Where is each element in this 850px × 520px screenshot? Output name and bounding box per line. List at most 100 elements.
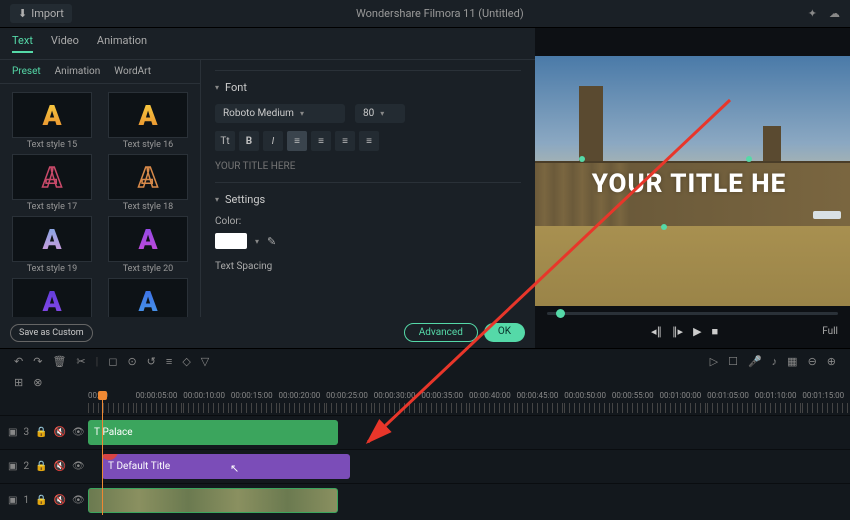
link-icon[interactable]: ⊗ bbox=[33, 376, 42, 389]
keyframe-button[interactable]: ◇ bbox=[182, 355, 190, 368]
track-number: 2 bbox=[23, 461, 29, 472]
eye-icon[interactable]: 👁 bbox=[72, 495, 85, 506]
font-section-label: Font bbox=[225, 81, 247, 94]
font-size-value: 80 bbox=[363, 108, 374, 119]
font-family-dropdown[interactable]: Roboto Medium ▾ bbox=[215, 104, 345, 123]
preset-item[interactable]: AText style 19 bbox=[6, 216, 98, 274]
cloud-icon[interactable]: ☁ bbox=[829, 7, 840, 20]
play-button[interactable]: ▶ bbox=[693, 325, 701, 338]
preset-item[interactable]: AText style 20 bbox=[102, 216, 194, 274]
subtab-animation[interactable]: Animation bbox=[55, 66, 101, 77]
progress-thumb[interactable] bbox=[556, 309, 565, 318]
align-justify-button[interactable]: ≡ bbox=[359, 131, 379, 151]
preview-title-overlay[interactable]: YOUR TITLE HE bbox=[592, 169, 787, 199]
clip-video[interactable] bbox=[88, 488, 338, 513]
eye-icon[interactable]: 👁 bbox=[72, 461, 85, 472]
subtab-preset[interactable]: Preset bbox=[12, 66, 41, 77]
ruler-tick: 00:00:30:00 bbox=[374, 391, 422, 415]
align-left-button[interactable]: ≡ bbox=[287, 131, 307, 151]
subtab-wordart[interactable]: WordArt bbox=[114, 66, 151, 77]
ruler-tick: 00:01:05:00 bbox=[707, 391, 755, 415]
mixer-icon[interactable]: ☐ bbox=[728, 355, 738, 368]
video-preview[interactable]: YOUR TITLE HE bbox=[535, 56, 850, 306]
preset-item[interactable]: AText style 15 bbox=[6, 92, 98, 150]
tab-text[interactable]: Text bbox=[12, 34, 33, 53]
lock-icon[interactable]: 🔒 bbox=[35, 461, 47, 472]
zoom-out-button[interactable]: ⊖ bbox=[808, 355, 817, 368]
fullscreen-label[interactable]: Full bbox=[822, 326, 838, 337]
title-text-input[interactable] bbox=[215, 161, 521, 172]
font-section-toggle[interactable]: ▾ Font bbox=[215, 81, 521, 94]
clip-label: Default Title bbox=[116, 461, 170, 472]
settings-section-label: Settings bbox=[225, 193, 265, 206]
ruler-tick: 00:00:20:00 bbox=[279, 391, 327, 415]
ruler-tick: 00:00:35:00 bbox=[421, 391, 469, 415]
track-toggle-icon[interactable]: ▣ bbox=[8, 461, 17, 472]
clip-palace[interactable]: T Palace bbox=[88, 420, 338, 445]
mute-icon[interactable]: 🔇 bbox=[54, 461, 66, 472]
preset-item[interactable]: AText style 16 bbox=[102, 92, 194, 150]
case-button[interactable]: Tt bbox=[215, 131, 235, 151]
marker-button[interactable]: ▽ bbox=[201, 355, 209, 368]
ruler-tick: 00:00:40:00 bbox=[469, 391, 517, 415]
lock-icon[interactable]: 🔒 bbox=[35, 427, 47, 438]
ruler-tick: 00:00:55:00 bbox=[612, 391, 660, 415]
clip-label: Palace bbox=[102, 427, 132, 438]
preset-item[interactable]: A bbox=[6, 278, 98, 317]
eye-icon[interactable]: 👁 bbox=[72, 427, 85, 438]
timeline-ruler[interactable]: 00:0000:00:05:0000:00:10:0000:00:15:0000… bbox=[0, 391, 850, 415]
ruler-tick: 00:01:00:00 bbox=[660, 391, 708, 415]
render-icon[interactable]: ▦ bbox=[787, 355, 797, 368]
ruler-tick: 00:00:45:00 bbox=[517, 391, 565, 415]
undo-button[interactable]: ↶ bbox=[14, 355, 23, 368]
preview-progress[interactable] bbox=[547, 312, 838, 315]
audio-icon[interactable]: ♪ bbox=[772, 355, 778, 368]
track-toggle-icon[interactable]: ▣ bbox=[8, 495, 17, 506]
cut-button[interactable]: ✂ bbox=[76, 355, 85, 368]
redo-button[interactable]: ↷ bbox=[33, 355, 42, 368]
prev-frame-button[interactable]: ◂∥ bbox=[651, 325, 662, 338]
play-icon[interactable]: ▷ bbox=[710, 355, 718, 368]
clip-default-title[interactable]: ✂ T Default Title ↖ bbox=[102, 454, 350, 479]
track-add-icon[interactable]: ⊞ bbox=[14, 376, 23, 389]
stop-button[interactable]: ■ bbox=[712, 325, 719, 338]
color-label: Color: bbox=[215, 216, 521, 227]
mute-icon[interactable]: 🔇 bbox=[54, 427, 66, 438]
tab-animation[interactable]: Animation bbox=[97, 34, 147, 53]
import-icon: ⬇ bbox=[18, 7, 27, 20]
color-swatch[interactable] bbox=[215, 233, 247, 249]
crop-button[interactable]: ◻ bbox=[108, 355, 117, 368]
play-forward-button[interactable]: ∥▸ bbox=[672, 325, 683, 338]
zoom-in-button[interactable]: ⊕ bbox=[827, 355, 836, 368]
ruler-tick: 00:01:10:00 bbox=[755, 391, 803, 415]
track-toggle-icon[interactable]: ▣ bbox=[8, 427, 17, 438]
align-right-button[interactable]: ≡ bbox=[335, 131, 355, 151]
tab-video[interactable]: Video bbox=[51, 34, 79, 53]
reverse-button[interactable]: ↺ bbox=[147, 355, 156, 368]
align-center-button[interactable]: ≡ bbox=[311, 131, 331, 151]
playhead[interactable] bbox=[102, 391, 103, 515]
mute-icon[interactable]: 🔇 bbox=[54, 495, 66, 506]
preset-item[interactable]: A bbox=[102, 278, 194, 317]
bold-button[interactable]: B bbox=[239, 131, 259, 151]
ok-button[interactable]: OK bbox=[484, 323, 525, 342]
lock-icon[interactable]: 🔒 bbox=[35, 495, 47, 506]
preset-item[interactable]: AText style 18 bbox=[102, 154, 194, 212]
import-button[interactable]: ⬇ Import bbox=[10, 4, 72, 23]
settings-section-toggle[interactable]: ▾ Settings bbox=[215, 193, 521, 206]
font-family-value: Roboto Medium bbox=[223, 108, 294, 119]
settings-icon[interactable]: ≡ bbox=[166, 355, 172, 368]
save-as-custom-button[interactable]: Save as Custom bbox=[10, 324, 93, 342]
mic-icon[interactable]: 🎤 bbox=[748, 355, 762, 368]
speed-button[interactable]: ⊙ bbox=[127, 355, 136, 368]
chevron-down-icon[interactable]: ▾ bbox=[255, 237, 259, 246]
delete-button[interactable]: 🗑 bbox=[52, 355, 66, 368]
eyedropper-icon[interactable]: ✎ bbox=[267, 235, 276, 248]
italic-button[interactable]: I bbox=[263, 131, 283, 151]
tips-icon[interactable]: ✦ bbox=[808, 7, 817, 20]
app-title: Wondershare Filmora 11 (Untitled) bbox=[72, 7, 808, 20]
preset-item[interactable]: AText style 17 bbox=[6, 154, 98, 212]
font-size-dropdown[interactable]: 80 ▾ bbox=[355, 104, 405, 123]
scissors-icon[interactable]: ✂ bbox=[102, 454, 118, 460]
advanced-button[interactable]: Advanced bbox=[404, 323, 478, 342]
